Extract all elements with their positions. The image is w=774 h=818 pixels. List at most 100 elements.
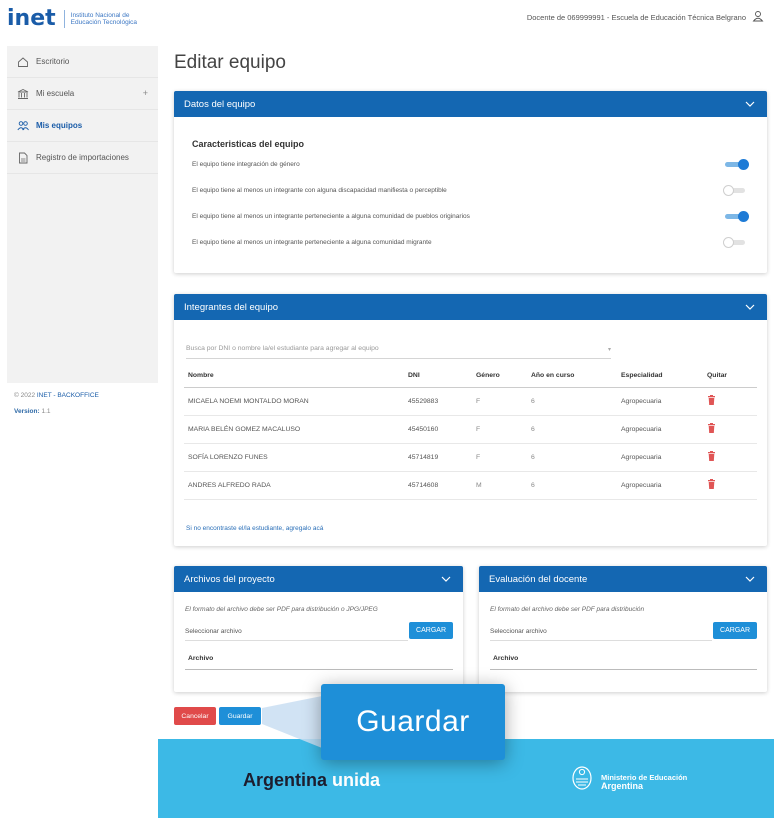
institution-icon (17, 88, 29, 99)
sidebar-copyright: © 2022 INET - BACKOFFICE (14, 392, 99, 399)
cell-especialidad: Agropecuaria (617, 415, 703, 444)
cancel-button[interactable]: Cancelar (174, 707, 216, 725)
cell-quitar (703, 387, 757, 416)
team-data-header[interactable]: Datos del equipo (174, 91, 767, 117)
home-icon (18, 56, 28, 67)
cell-quitar (703, 471, 757, 500)
features-title: Caracteristicas del equipo (192, 139, 305, 149)
cell-especialidad: Agropecuaria (617, 443, 703, 472)
cell-dni: 45450160 (404, 415, 472, 444)
sidebar-item-registro[interactable]: Registro de importaciones (7, 142, 158, 174)
logo-subtitle-line-1: Instituto Nacional de (70, 11, 130, 19)
cell-genero: F (472, 387, 527, 416)
cell-dni: 45529883 (404, 387, 472, 416)
project-file-input[interactable]: Seleccionar archivo (185, 628, 242, 635)
inet-logo[interactable]: inet Instituto Nacional de Educación Tec… (7, 6, 137, 31)
add-student-link[interactable]: Si no encontraste el/la estudiante, agre… (186, 525, 323, 532)
cell-nombre: SOFÍA LORENZO FUNES (184, 443, 404, 472)
logo-subtitle: Instituto Nacional de Educación Tecnológ… (71, 12, 137, 26)
ministry-line-2: Argentina (601, 781, 644, 791)
teacher-eval-panel: Evaluación del docente El formato del ar… (479, 566, 767, 692)
file-input-underline (490, 640, 712, 641)
sidebar-item-label: Mis equipos (36, 121, 83, 130)
teacher-eval-upload-button[interactable]: CARGAR (713, 622, 757, 639)
file-icon (19, 152, 28, 163)
members-title: Integrantes del equipo (184, 301, 279, 313)
teacher-eval-file-input[interactable]: Seleccionar archivo (490, 628, 547, 635)
project-files-hint: El formato del archivo debe ser PDF para… (185, 606, 378, 613)
save-button-callout: Guardar (321, 684, 505, 760)
column-header: Especialidad (617, 365, 703, 388)
chevron-down-icon[interactable] (745, 302, 755, 312)
sidebar-item-escritorio[interactable]: Escritorio (7, 46, 158, 78)
cell-anio: 6 (527, 415, 617, 444)
trash-icon[interactable] (707, 479, 716, 489)
cell-quitar (703, 415, 757, 444)
project-upload-button[interactable]: CARGAR (409, 622, 453, 639)
chevron-down-icon[interactable] (441, 574, 451, 584)
sidebar-version: Version: 1.1 (14, 408, 51, 415)
cell-dni: 45714819 (404, 443, 472, 472)
copyright-prefix: © 2022 (14, 392, 37, 399)
expand-plus-icon[interactable]: + (143, 88, 148, 98)
sidebar-item-mis-equipos[interactable]: Mis equipos (7, 110, 158, 142)
search-placeholder: Busca por DNI o nombre la/el estudiante … (186, 345, 379, 352)
feature-toggle-discapacidad[interactable] (723, 185, 747, 196)
teacher-eval-column-header: Archivo (493, 655, 519, 662)
teacher-eval-title: Evaluación del docente (489, 573, 588, 585)
column-header: DNI (404, 365, 472, 388)
table-row: MICAELA NOEMI MONTALDO MORAN 45529883 F … (184, 387, 757, 416)
dropdown-caret-icon[interactable]: ▾ (608, 346, 611, 353)
logo-divider (63, 9, 65, 28)
user-info: Docente de 069999991 - Escuela de Educac… (526, 13, 746, 22)
sidebar-item-mi-escuela[interactable]: Mi escuela + (7, 78, 158, 110)
save-button[interactable]: Guardar (219, 707, 261, 725)
cell-dni: 45714608 (404, 471, 472, 500)
feature-toggle-genero[interactable] (725, 159, 749, 170)
feature-toggle-pueblos-originarios[interactable] (725, 211, 749, 222)
trash-icon[interactable] (707, 451, 716, 461)
table-row: SOFÍA LORENZO FUNES 45714819 F 6 Agropec… (184, 443, 757, 472)
table-header-row: Nombre DNI Género Año en curso Especiali… (184, 365, 757, 388)
project-files-header[interactable]: Archivos del proyecto (174, 566, 463, 592)
file-input-underline (185, 640, 408, 641)
column-header: Año en curso (527, 365, 617, 388)
national-seal-icon (572, 766, 592, 790)
members-panel: Integrantes del equipo Busca por DNI o n… (174, 294, 767, 546)
top-bar: inet Instituto Nacional de Educación Tec… (0, 0, 774, 34)
chevron-down-icon[interactable] (745, 574, 755, 584)
cell-nombre: MARIA BELÉN GOMEZ MACALUSO (184, 415, 404, 444)
project-files-column-header: Archivo (188, 655, 214, 662)
column-header: Nombre (184, 365, 404, 388)
backoffice-link[interactable]: INET - BACKOFFICE (37, 392, 99, 399)
sidebar-item-label: Escritorio (36, 57, 70, 66)
cell-anio: 6 (527, 471, 617, 500)
toggle-knob (738, 211, 749, 222)
members-header[interactable]: Integrantes del equipo (174, 294, 767, 320)
footer-slogan: Argentina unida (243, 770, 380, 791)
divider (185, 669, 453, 670)
version-value: 1.1 (39, 408, 51, 415)
footer-slogan-accent: unida (332, 770, 381, 790)
ministry-label: Ministerio de Educación Argentina (601, 773, 687, 791)
project-files-title: Archivos del proyecto (184, 573, 275, 585)
feature-label: El equipo tiene al menos un integrante p… (192, 213, 470, 220)
members-table: Nombre DNI Género Año en curso Especiali… (184, 365, 757, 500)
feature-toggle-migrante[interactable] (723, 237, 747, 248)
project-files-panel: Archivos del proyecto El formato del arc… (174, 566, 463, 692)
divider (490, 669, 757, 670)
team-data-title: Datos del equipo (184, 98, 256, 110)
student-search-input[interactable]: Busca por DNI o nombre la/el estudiante … (186, 341, 611, 359)
user-icon[interactable] (752, 10, 764, 22)
trash-icon[interactable] (707, 395, 716, 405)
teacher-eval-header[interactable]: Evaluación del docente (479, 566, 767, 592)
trash-icon[interactable] (707, 423, 716, 433)
toggle-knob (723, 237, 734, 248)
cell-anio: 6 (527, 443, 617, 472)
logo-word: inet (7, 6, 56, 31)
cell-nombre: MICAELA NOEMI MONTALDO MORAN (184, 387, 404, 416)
column-header: Género (472, 365, 527, 388)
page-title: Editar equipo (174, 52, 286, 73)
chevron-down-icon[interactable] (745, 99, 755, 109)
cell-genero: F (472, 443, 527, 472)
